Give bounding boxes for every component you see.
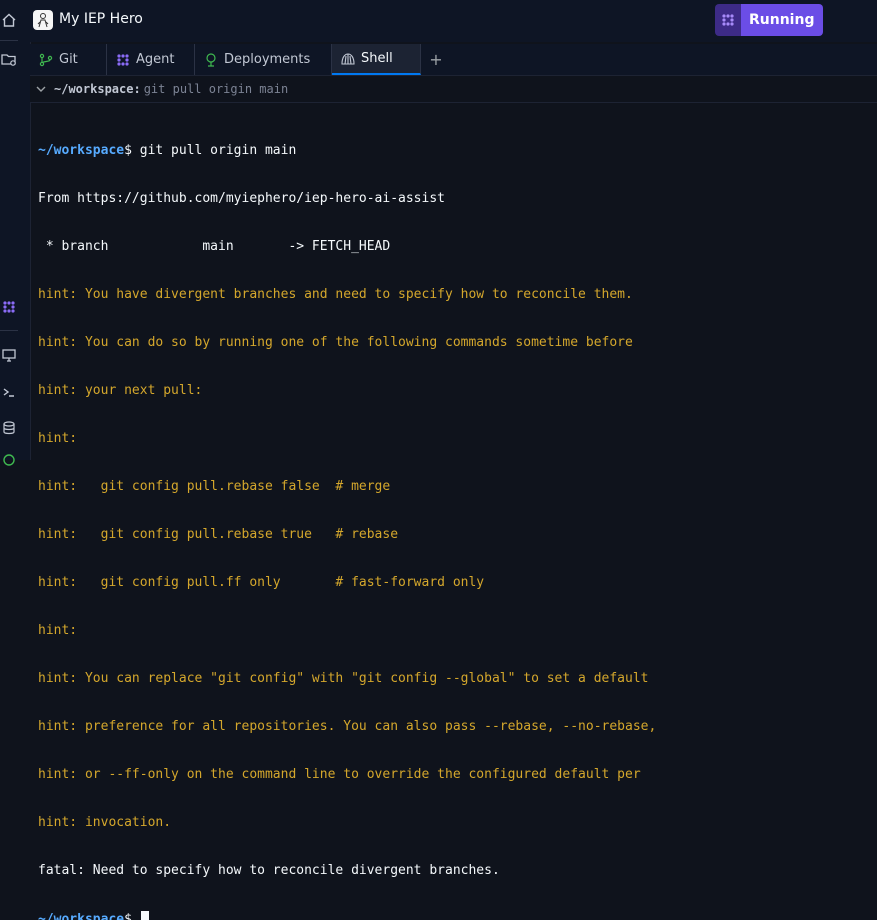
tab-bar: Git Agent Deployments Shell + (30, 44, 877, 76)
chevron-down-icon[interactable] (36, 85, 50, 93)
tab-label: Agent (136, 52, 175, 67)
add-tab-button[interactable]: + (421, 44, 451, 75)
left-rail (0, 0, 31, 466)
running-button[interactable]: Running (741, 4, 824, 36)
hint-line: hint: git config pull.rebase true # reba… (38, 527, 399, 542)
hint-line: hint: git config pull.ff only # fast-for… (38, 575, 485, 590)
prompt-line: ~/workspace$ git pull origin main (38, 143, 867, 159)
prompt-path: ~/workspace (38, 912, 125, 920)
top-bar: My IEP Hero Running (30, 0, 877, 42)
shell-icon (340, 51, 356, 67)
tab-label: Git (59, 52, 78, 67)
hint-line: hint: invocation. (38, 815, 172, 830)
shell-path-bar: ~/workspace: git pull origin main (30, 76, 877, 103)
shell-path: ~/workspace: (54, 82, 141, 96)
monitor-icon[interactable] (0, 345, 18, 365)
tab-deployments[interactable]: Deployments (195, 44, 332, 75)
hint-line: hint: your next pull: (38, 383, 203, 398)
app-title[interactable]: My IEP Hero (59, 11, 143, 27)
hint-line: hint: You can do so by running one of th… (38, 335, 633, 350)
prompt-command: $ git pull origin main (124, 143, 297, 158)
input-prompt-line[interactable]: ~/workspace$ (38, 911, 867, 920)
output-line: * branch main -> FETCH_HEAD (38, 239, 391, 254)
hint-line: hint: git config pull.rebase false # mer… (38, 479, 391, 494)
git-icon (38, 52, 54, 68)
app-avatar[interactable] (33, 10, 53, 30)
status-icon[interactable] (0, 450, 18, 470)
tab-label: Shell (361, 51, 393, 66)
agent-rail-icon[interactable] (0, 297, 18, 317)
terminal-cursor[interactable] (140, 911, 149, 920)
deployments-icon (203, 52, 219, 68)
tab-git[interactable]: Git (30, 44, 107, 75)
hint-line: hint: (38, 431, 78, 446)
prompt-symbol: $ (124, 912, 132, 920)
hint-line: hint: You can replace "git config" with … (38, 671, 649, 686)
tab-agent[interactable]: Agent (107, 44, 195, 75)
error-line: fatal: Need to specify how to reconcile … (38, 863, 500, 878)
agent-run-icon[interactable] (715, 4, 741, 36)
run-control: Running (715, 4, 824, 36)
hint-line: hint: preference for all repositories. Y… (38, 719, 657, 734)
folder-search-icon[interactable] (0, 50, 18, 70)
hint-line: hint: You have divergent branches and ne… (38, 287, 633, 302)
tab-label: Deployments (224, 52, 311, 67)
agent-icon (115, 52, 131, 68)
hint-line: hint: or --ff-only on the command line t… (38, 767, 641, 782)
hint-line: hint: (38, 623, 78, 638)
home-icon[interactable] (0, 10, 18, 30)
prompt-path: ~/workspace (38, 143, 125, 158)
terminal-output[interactable]: ~/workspace$ git pull origin main From h… (38, 111, 867, 920)
output-line: From https://github.com/myiephero/iep-he… (38, 191, 445, 206)
shell-last-command: git pull origin main (143, 82, 289, 96)
database-icon[interactable] (0, 418, 18, 438)
tab-shell[interactable]: Shell (332, 44, 421, 75)
console-icon[interactable] (0, 382, 18, 402)
